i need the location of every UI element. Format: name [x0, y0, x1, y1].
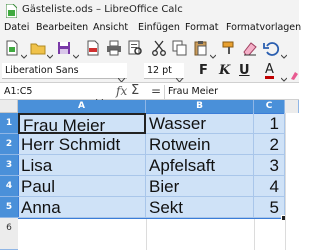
- cell-c1[interactable]: 1: [254, 113, 285, 134]
- print-preview-icon[interactable]: [126, 39, 144, 57]
- window-title: Gästeliste.ods – LibreOffice Calc: [22, 4, 183, 15]
- cell-a2[interactable]: Herr Schmidt: [18, 134, 146, 155]
- save-icon[interactable]: [55, 39, 73, 57]
- column-header-d[interactable]: [285, 100, 299, 113]
- chevron-down-icon[interactable]: [209, 45, 217, 59]
- formula-icon[interactable]: =: [151, 84, 161, 98]
- row-header-6[interactable]: 6: [0, 218, 18, 250]
- chevron-down-icon[interactable]: [280, 68, 288, 82]
- chevron-down-icon[interactable]: [72, 45, 80, 59]
- menu-formatvorlagen[interactable]: Formatvorlagen: [226, 22, 301, 33]
- column-header-c[interactable]: C: [254, 100, 285, 113]
- formatting-toolbar: Liberation Sans 12 pt F K U A: [0, 60, 299, 83]
- menu-einfuegen[interactable]: Einfügen: [138, 22, 180, 33]
- cell-c3[interactable]: 3: [254, 155, 285, 176]
- menu-bar: Datei Bearbeiten Ansicht Einfügen Format…: [0, 20, 301, 36]
- print-icon[interactable]: [105, 39, 123, 57]
- row-header-4[interactable]: 4: [0, 176, 18, 197]
- font-color-button[interactable]: A: [265, 63, 274, 79]
- title-bar: Gästeliste.ods – LibreOffice Calc: [0, 0, 299, 20]
- calc-app-icon: [5, 3, 18, 19]
- clear-formatting-icon[interactable]: [241, 39, 259, 57]
- underline-button[interactable]: U: [239, 63, 250, 78]
- new-document-icon[interactable]: [3, 39, 21, 57]
- copy-icon[interactable]: [171, 39, 189, 57]
- row-header-2[interactable]: 2: [0, 134, 18, 155]
- row-header-5[interactable]: 5: [0, 197, 18, 218]
- row-header-1[interactable]: 1: [0, 113, 18, 134]
- formula-input[interactable]: Frau Meier: [164, 85, 297, 99]
- clone-formatting-icon[interactable]: [220, 39, 238, 57]
- cell-b3[interactable]: Apfelsaft: [146, 155, 254, 176]
- formula-bar: A1:C5 fx Σ = Frau Meier: [0, 82, 299, 105]
- select-all-corner[interactable]: [0, 100, 18, 113]
- cell-a5[interactable]: Anna: [18, 197, 146, 218]
- export-pdf-icon[interactable]: [84, 39, 102, 57]
- menu-ansicht[interactable]: Ansicht: [93, 22, 128, 33]
- cell-a1[interactable]: Frau Meier: [18, 113, 146, 134]
- column-header-a[interactable]: A: [18, 100, 146, 113]
- standard-toolbar: [0, 36, 299, 60]
- open-folder-icon[interactable]: [29, 39, 47, 57]
- spreadsheet-grid[interactable]: A B C 1 2 3 4 5 6 Frau Meier Wasser 1 He…: [0, 100, 299, 250]
- bold-button[interactable]: F: [199, 63, 208, 78]
- cell-b1[interactable]: Wasser: [146, 113, 254, 134]
- cell-a3[interactable]: Lisa: [18, 155, 146, 176]
- gridline: [285, 113, 286, 250]
- cell-a4[interactable]: Paul: [18, 176, 146, 197]
- column-header-b[interactable]: B: [146, 100, 254, 113]
- chevron-down-icon[interactable]: [280, 45, 288, 59]
- chevron-down-icon[interactable]: [46, 45, 54, 59]
- gridline: [146, 219, 147, 250]
- gridline: [254, 219, 255, 250]
- italic-button[interactable]: K: [219, 63, 230, 78]
- cell-b4[interactable]: Bier: [146, 176, 254, 197]
- function-wizard-icon[interactable]: fx: [116, 84, 127, 98]
- font-name-input[interactable]: Liberation Sans: [2, 63, 127, 79]
- paste-icon[interactable]: [192, 39, 210, 57]
- undo-icon[interactable]: [262, 39, 280, 57]
- highlight-icon[interactable]: [290, 66, 299, 80]
- row-header-3[interactable]: 3: [0, 155, 18, 176]
- cell-c4[interactable]: 4: [254, 176, 285, 197]
- cell-b5[interactable]: Sekt: [146, 197, 254, 218]
- menu-datei[interactable]: Datei: [4, 22, 29, 33]
- fill-handle[interactable]: [281, 215, 287, 221]
- cell-b2[interactable]: Rotwein: [146, 134, 254, 155]
- menu-bearbeiten[interactable]: Bearbeiten: [36, 22, 88, 33]
- chevron-down-icon[interactable]: [20, 45, 28, 59]
- cut-icon[interactable]: [150, 39, 168, 57]
- cell-c2[interactable]: 2: [254, 134, 285, 155]
- menu-format[interactable]: Format: [185, 22, 218, 33]
- sum-icon[interactable]: Σ: [131, 83, 139, 98]
- name-box[interactable]: A1:C5: [2, 85, 96, 99]
